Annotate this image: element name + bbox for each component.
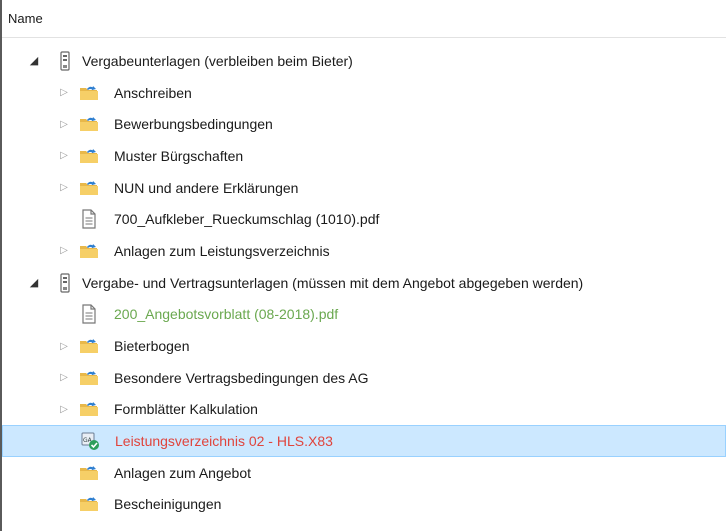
tree-row-label[interactable]: Anlagen zum Leistungsverzeichnis	[114, 243, 330, 259]
folder-icon	[78, 494, 100, 514]
group-icon	[54, 273, 76, 293]
folder-icon	[78, 83, 100, 103]
tree-row[interactable]: ▷ Bewerbungsbedingungen	[2, 108, 726, 140]
tree-row-label[interactable]: Muster Bürgschaften	[114, 148, 243, 164]
group-icon	[54, 51, 76, 71]
gaeb-file-check-icon: GA	[79, 431, 101, 451]
tree-row-label[interactable]: Bescheinigungen	[114, 496, 221, 512]
tree-row[interactable]: Anlagen zum Angebot	[2, 457, 726, 489]
tree-row-label[interactable]: 200_Angebotsvorblatt (08-2018).pdf	[114, 306, 338, 322]
folder-icon	[78, 178, 100, 198]
tree-row-label[interactable]: Anschreiben	[114, 85, 192, 101]
tree-row[interactable]: ▷ Anschreiben	[2, 77, 726, 109]
document-icon	[78, 209, 100, 229]
folder-icon	[78, 399, 100, 419]
tree-row[interactable]: ◢ Vergabeunterlagen (verbleiben beim Biet…	[2, 45, 726, 77]
expander-closed-icon[interactable]: ▷	[58, 403, 70, 415]
document-icon	[78, 304, 100, 324]
expander-closed-icon[interactable]: ▷	[58, 118, 70, 130]
tree-row[interactable]: GA Leistungsverzeichnis 02 - HLS.X83	[2, 425, 726, 457]
tree-row[interactable]: 700_Aufkleber_Rueckumschlag (1010).pdf	[2, 203, 726, 235]
tree-row-label[interactable]: Leistungsverzeichnis 02 - HLS.X83	[115, 433, 333, 449]
tree-row-label[interactable]: Vergabeunterlagen (verbleiben beim Biete…	[82, 53, 353, 69]
tree-row[interactable]: ◢ Vergabe- und Vertragsunterlagen (müssen…	[2, 267, 726, 299]
column-header-name[interactable]: Name	[8, 11, 43, 26]
tree-row[interactable]: ▷ Bieterbogen	[2, 330, 726, 362]
tree-row-label[interactable]: Bieterbogen	[114, 338, 190, 354]
tree-row-label[interactable]: 700_Aufkleber_Rueckumschlag (1010).pdf	[114, 211, 379, 227]
tree-row-label[interactable]: NUN und andere Erklärungen	[114, 180, 298, 196]
tree-row[interactable]: Bescheinigungen	[2, 489, 726, 521]
expander-closed-icon[interactable]: ▷	[58, 182, 70, 194]
folder-icon	[78, 114, 100, 134]
folder-icon	[78, 463, 100, 483]
expander-open-icon[interactable]: ◢	[28, 55, 40, 67]
expander-closed-icon[interactable]: ▷	[58, 87, 70, 99]
tree-row-label[interactable]: Vergabe- und Vertragsunterlagen (müssen …	[82, 275, 583, 291]
tree-row[interactable]: ▷ NUN und andere Erklärungen	[2, 172, 726, 204]
folder-icon	[78, 368, 100, 388]
tree-row[interactable]: ▷ Formblätter Kalkulation	[2, 394, 726, 426]
tree-row[interactable]: ▷ Besondere Vertragsbedingungen des AG	[2, 362, 726, 394]
column-header[interactable]: Name	[2, 0, 726, 38]
tree-view[interactable]: ◢ Vergabeunterlagen (verbleiben beim Biet…	[2, 45, 726, 520]
tree-row-label[interactable]: Besondere Vertragsbedingungen des AG	[114, 370, 369, 386]
expander-closed-icon[interactable]: ▷	[58, 150, 70, 162]
tree-row[interactable]: ▷ Muster Bürgschaften	[2, 140, 726, 172]
tree-row-label[interactable]: Anlagen zum Angebot	[114, 465, 251, 481]
tree-row-label[interactable]: Formblätter Kalkulation	[114, 401, 258, 417]
expander-closed-icon[interactable]: ▷	[58, 372, 70, 384]
folder-icon	[78, 241, 100, 261]
folder-icon	[78, 146, 100, 166]
folder-icon	[78, 336, 100, 356]
expander-open-icon[interactable]: ◢	[28, 277, 40, 289]
expander-closed-icon[interactable]: ▷	[58, 245, 70, 257]
tree-row[interactable]: 200_Angebotsvorblatt (08-2018).pdf	[2, 299, 726, 331]
tree-row[interactable]: ▷ Anlagen zum Leistungsverzeichnis	[2, 235, 726, 267]
expander-closed-icon[interactable]: ▷	[58, 340, 70, 352]
tree-row-label[interactable]: Bewerbungsbedingungen	[114, 116, 273, 132]
